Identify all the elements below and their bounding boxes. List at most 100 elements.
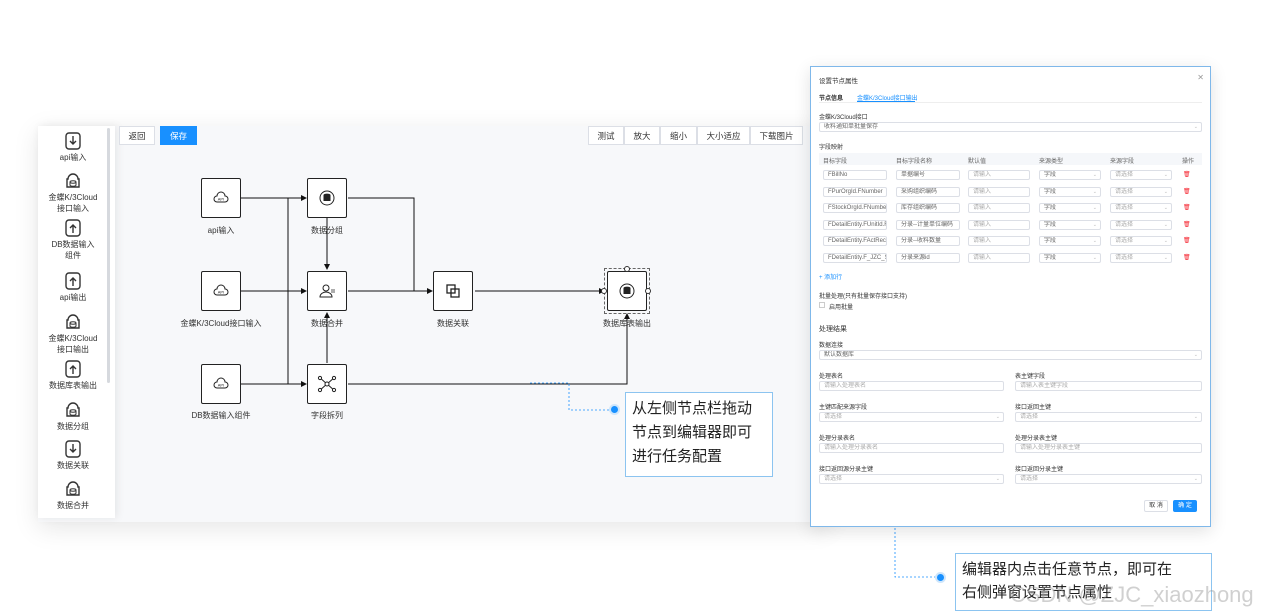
source-field-select[interactable]: 请选择 ⌄ (1110, 252, 1172, 263)
delete-icon[interactable]: 🗑 (1183, 221, 1191, 228)
target-field-input[interactable]: FBillNo (823, 170, 887, 180)
pk-input[interactable]: 请输入表主键字段 (1015, 381, 1202, 391)
source-field-select[interactable]: 请选择 ⌄ (1110, 203, 1172, 213)
target-field-input[interactable]: FDetailEntity.F_JZC_So (823, 252, 887, 263)
target-field-input[interactable]: FDetailEntity.FActRecei (823, 236, 887, 246)
default-value-input[interactable]: 请输入 (968, 203, 1030, 213)
sidebar-item-k3-output[interactable]: 金蝶K/3Cloud 接口输出 (38, 313, 108, 355)
back-button[interactable]: 返回 (119, 126, 155, 145)
zoom-out-button[interactable]: 缩小 (660, 126, 697, 145)
node-k3-input[interactable]: API (201, 271, 241, 311)
sub-pk-input[interactable]: 请输入处理分录表主键 (1015, 443, 1202, 453)
fit-button[interactable]: 大小适应 (697, 126, 750, 145)
connect-handle-top[interactable] (624, 266, 630, 272)
source-field-select[interactable]: 请选择 ⌄ (1110, 219, 1172, 230)
sidebar-scrollbar[interactable] (107, 128, 110, 383)
table-input[interactable]: 请输入处理表名 (819, 381, 1004, 391)
cloud-api-icon: API (213, 284, 229, 296)
source-field-select[interactable]: 请选择 ⌄ (1110, 170, 1172, 180)
sidebar-item-group[interactable]: 数据分组 (38, 401, 108, 432)
download-icon (65, 132, 81, 150)
sidebar-item-relate[interactable]: 数据关联 (38, 440, 108, 471)
confirm-button[interactable]: 确 定 (1173, 500, 1197, 512)
cell-value: FBillNo (828, 172, 848, 178)
add-row-button[interactable]: + 添加行 (819, 272, 842, 281)
sidebar-item-k3-input[interactable]: 金蝶K/3Cloud 接口输入 (38, 172, 108, 214)
chevron-down-icon: ⌄ (1163, 254, 1168, 261)
delete-icon[interactable]: 🗑 (1183, 171, 1191, 178)
result-title: 处理结果 (819, 326, 847, 333)
tab-node-info[interactable]: 节点信息 (819, 93, 843, 102)
source-type-select[interactable]: 字段 ⌄ (1039, 219, 1101, 230)
cell-value: 请输入 (973, 205, 992, 211)
sidebar-item-api-input[interactable]: api输入 (38, 132, 108, 163)
return-sub-select[interactable]: 请选择 ⌄ (1015, 474, 1202, 484)
node-db-input[interactable]: API (201, 364, 241, 404)
mapping-label: 字段映射 (819, 145, 844, 151)
target-field-input[interactable]: FDetailEntity.FUnitId.Fl (823, 219, 887, 230)
callout-dot (609, 404, 620, 415)
source-field-select[interactable]: 请选择 ⌄ (1110, 236, 1172, 246)
connect-handle-left[interactable] (601, 288, 607, 294)
node-api-input[interactable]: API (201, 178, 241, 218)
source-type-select[interactable]: 字段 ⌄ (1039, 186, 1101, 197)
sidebar-item-label: 金蝶K/3Cloud 接口输入 (48, 193, 98, 213)
source-type-select[interactable]: 字段 ⌄ (1039, 236, 1101, 246)
target-name-input[interactable]: 分录--计量单位编码 (896, 219, 960, 230)
delete-icon[interactable]: 🗑 (1183, 188, 1191, 195)
delete-icon[interactable]: 🗑 (1183, 254, 1191, 261)
return-sub-src-select[interactable]: 请选择 ⌄ (819, 474, 1004, 484)
node-group[interactable] (307, 178, 347, 218)
node-db-output[interactable] (607, 271, 647, 311)
sidebar-item-merge[interactable]: 数据合并 (38, 480, 108, 511)
cell-value: 请输入 (973, 188, 992, 195)
chevron-down-icon: ⌄ (1092, 172, 1097, 178)
batch-checkbox[interactable] (819, 302, 825, 308)
target-name-input[interactable]: 分录来源id (896, 252, 960, 263)
pk-match-select[interactable]: 请选择 ⌄ (819, 412, 1004, 422)
close-icon[interactable]: ✕ (1197, 73, 1204, 82)
delete-icon[interactable]: 🗑 (1183, 204, 1191, 211)
zoom-in-button[interactable]: 放大 (624, 126, 660, 145)
node-split[interactable] (307, 364, 347, 404)
batch-checkbox-label: 启用批量 (829, 305, 854, 311)
download-image-button[interactable]: 下载图片 (750, 126, 803, 145)
source-field-select[interactable]: 请选择 ⌄ (1110, 186, 1172, 197)
target-field-input[interactable]: FPurOrgId.FNumber (823, 186, 887, 197)
node-relate[interactable] (433, 271, 473, 311)
source-type-select[interactable]: 字段 ⌄ (1039, 170, 1101, 180)
sub-table-input[interactable]: 请输入处理分录表名 (819, 443, 1004, 453)
cell-value: 单据编号 (901, 172, 926, 178)
default-value-input[interactable]: 请输入 (968, 219, 1030, 230)
cancel-button[interactable]: 取 消 (1144, 500, 1168, 512)
sidebar-item-api-output[interactable]: api输出 (38, 272, 108, 303)
target-name-input[interactable]: 库存组织编码 (896, 203, 960, 213)
target-name-input[interactable]: 单据编号 (896, 170, 960, 180)
default-value-input[interactable]: 请输入 (968, 252, 1030, 263)
col-header: 目标字段 (823, 159, 848, 165)
sidebar-item-db-input[interactable]: DB数据输入 组件 (38, 219, 108, 261)
upload-icon (65, 360, 81, 378)
node-merge[interactable] (307, 271, 347, 311)
chevron-down-icon: ⌄ (995, 414, 1000, 420)
default-value-input[interactable]: 请输入 (968, 170, 1030, 180)
delete-icon[interactable]: 🗑 (1183, 237, 1191, 244)
sidebar-item-db-output[interactable]: 数据库表输出 (38, 360, 108, 391)
source-type-select[interactable]: 字段 ⌄ (1039, 252, 1101, 263)
conn-select[interactable]: 默认数据库 ⌄ (819, 350, 1202, 360)
interface-select[interactable]: 收料通知单批量保存 ⌄ (819, 122, 1202, 132)
chevron-down-icon: ⌄ (1193, 352, 1198, 358)
source-type-select[interactable]: 字段 ⌄ (1039, 203, 1101, 213)
return-pk-select[interactable]: 请选择 ⌄ (1015, 412, 1202, 422)
default-value-input[interactable]: 请输入 (968, 186, 1030, 197)
connect-handle-right[interactable] (645, 288, 651, 294)
col-header: 默认值 (968, 159, 987, 165)
target-name-input[interactable]: 采购组织编码 (896, 186, 960, 197)
node-label: api输入 (207, 226, 235, 235)
target-name-input[interactable]: 分录--收料数量 (896, 236, 960, 246)
cell-value: 请输入 (973, 238, 992, 244)
default-value-input[interactable]: 请输入 (968, 236, 1030, 246)
save-button[interactable]: 保存 (160, 126, 197, 145)
test-button[interactable]: 测试 (588, 126, 624, 145)
target-field-input[interactable]: FStockOrgId.FNumber (823, 203, 887, 213)
